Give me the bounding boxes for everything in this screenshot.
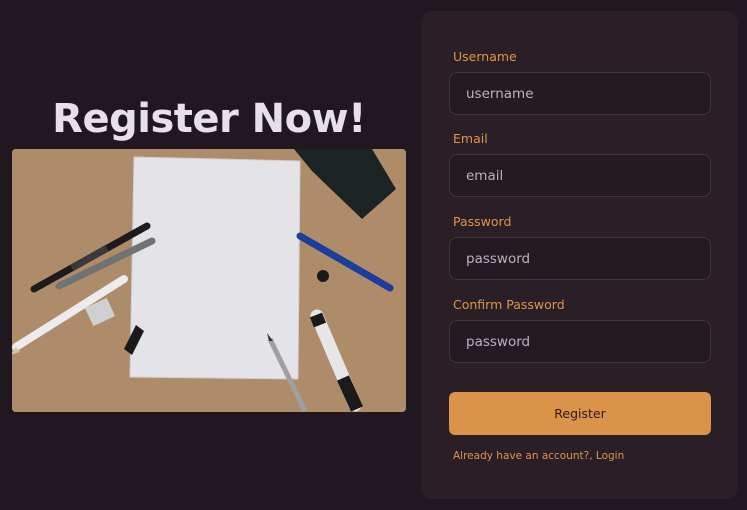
page-title: Register Now!	[52, 96, 366, 142]
password-label: Password	[453, 214, 512, 229]
password-input[interactable]	[449, 237, 711, 280]
email-label: Email	[453, 131, 488, 146]
hero-panel: Register Now!	[0, 0, 420, 510]
email-input[interactable]	[449, 154, 711, 197]
confirm-password-input[interactable]	[449, 320, 711, 363]
confirm-password-label: Confirm Password	[453, 297, 565, 312]
hero-image	[12, 149, 406, 412]
register-form: Username Email Password Confirm Password…	[421, 11, 738, 499]
login-link[interactable]: Already have an account?, Login	[453, 450, 624, 462]
username-label: Username	[453, 49, 517, 64]
register-button[interactable]: Register	[449, 392, 711, 435]
username-input[interactable]	[449, 72, 711, 115]
